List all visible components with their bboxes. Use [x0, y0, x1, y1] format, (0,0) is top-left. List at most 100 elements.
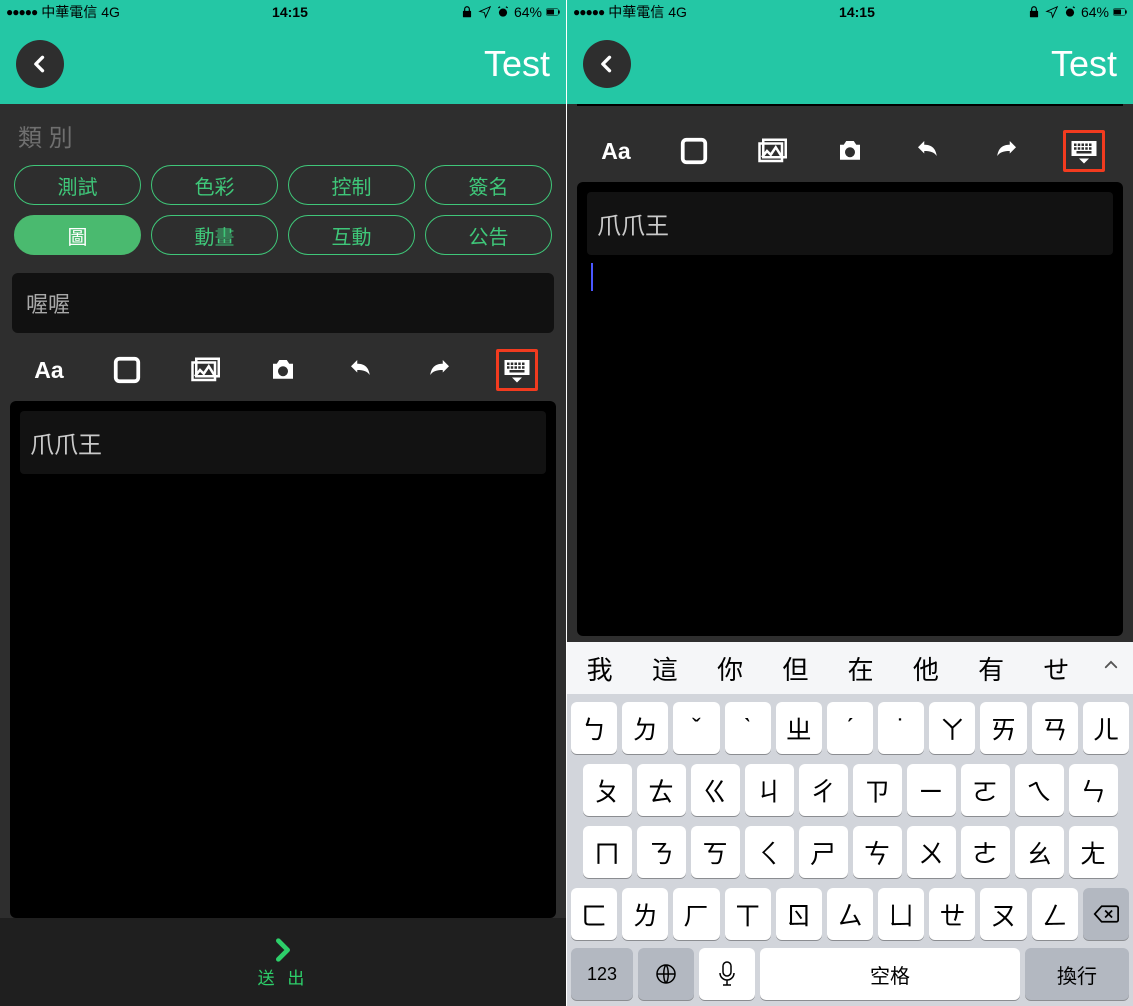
suggestion[interactable]: 在 — [828, 650, 893, 687]
redo-button[interactable] — [418, 349, 460, 391]
numeric-key[interactable]: 123 — [571, 948, 633, 1000]
title-input[interactable]: 喔喔 — [12, 273, 554, 333]
undo-button[interactable] — [340, 349, 382, 391]
key[interactable]: ㄠ — [1015, 826, 1064, 878]
key[interactable]: ㄑ — [745, 826, 794, 878]
submit-button[interactable]: 送 出 — [0, 918, 566, 1006]
mic-icon — [717, 961, 737, 987]
keyboard-row: ㄈ ㄌ ㄏ ㄒ ㄖ ㄙ ㄩ ㄝ ㄡ ㄥ — [571, 888, 1129, 940]
key[interactable]: ㄜ — [961, 826, 1010, 878]
back-button[interactable] — [16, 40, 64, 88]
suggestion[interactable]: せ — [1024, 650, 1089, 687]
key[interactable]: ㄙ — [827, 888, 873, 940]
key[interactable]: ㄘ — [853, 826, 902, 878]
key[interactable]: ㄓ — [776, 702, 822, 754]
key[interactable]: ㄆ — [583, 764, 632, 816]
key[interactable]: ㄦ — [1083, 702, 1129, 754]
category-chip[interactable]: 動畫 — [151, 215, 278, 255]
editor-area[interactable]: 爪爪王 — [10, 401, 556, 918]
key[interactable]: ㄧ — [907, 764, 956, 816]
status-bar: ●●●●● 中華電信 4G 14:15 64% — [567, 0, 1133, 24]
return-key[interactable]: 換行 — [1025, 948, 1129, 1000]
category-chip[interactable]: 公告 — [425, 215, 552, 255]
key[interactable]: ˇ — [673, 702, 719, 754]
chevron-up-icon — [1102, 656, 1120, 674]
suggestion-bar: 我 這 你 但 在 他 有 せ — [567, 642, 1133, 694]
key[interactable]: ㄩ — [878, 888, 924, 940]
key[interactable]: ˙ — [878, 702, 924, 754]
key[interactable]: ㄌ — [622, 888, 668, 940]
camera-button[interactable] — [829, 130, 871, 172]
key[interactable]: ㄢ — [1032, 702, 1078, 754]
suggestion[interactable]: 這 — [632, 650, 697, 687]
location-icon — [1045, 5, 1059, 19]
redo-button[interactable] — [985, 130, 1027, 172]
key[interactable]: ㄅ — [571, 702, 617, 754]
expand-suggestions-button[interactable] — [1089, 656, 1133, 680]
key[interactable]: ㄝ — [929, 888, 975, 940]
editor-title: 爪爪王 — [587, 192, 1113, 255]
gallery-button[interactable] — [751, 130, 793, 172]
mic-key[interactable] — [699, 948, 755, 1000]
suggestion[interactable]: 但 — [763, 650, 828, 687]
key[interactable]: ㄛ — [961, 764, 1010, 816]
category-chip[interactable]: 控制 — [288, 165, 415, 205]
key[interactable]: ㄎ — [691, 826, 740, 878]
key[interactable]: ㄏ — [673, 888, 719, 940]
key[interactable]: ㄇ — [583, 826, 632, 878]
key[interactable]: ㄥ — [1032, 888, 1078, 940]
category-chip[interactable]: 互動 — [288, 215, 415, 255]
shape-button[interactable] — [673, 130, 715, 172]
text-style-button[interactable]: Aa — [595, 130, 637, 172]
editor-title: 爪爪王 — [20, 411, 546, 474]
key[interactable]: ㄍ — [691, 764, 740, 816]
key[interactable]: ㄐ — [745, 764, 794, 816]
key[interactable]: ㄚ — [929, 702, 975, 754]
clock-label: 14:15 — [272, 4, 308, 20]
space-key[interactable]: 空格 — [760, 948, 1020, 1000]
camera-button[interactable] — [262, 349, 304, 391]
key[interactable]: ㄔ — [799, 764, 848, 816]
key[interactable]: ㄡ — [980, 888, 1026, 940]
nav-header: Test — [567, 24, 1133, 104]
key[interactable]: ㄤ — [1069, 826, 1118, 878]
suggestion[interactable]: 有 — [959, 650, 1024, 687]
gallery-button[interactable] — [184, 349, 226, 391]
text-style-button[interactable]: Aa — [28, 349, 70, 391]
category-chip[interactable]: 色彩 — [151, 165, 278, 205]
suggestion[interactable]: 你 — [698, 650, 763, 687]
key[interactable]: ㄨ — [907, 826, 956, 878]
key[interactable]: ㄖ — [776, 888, 822, 940]
signal-dots-icon: ●●●●● — [573, 5, 604, 19]
key[interactable]: ㄣ — [1069, 764, 1118, 816]
undo-button[interactable] — [907, 130, 949, 172]
globe-icon — [654, 962, 678, 986]
editor-area[interactable]: 爪爪王 — [577, 182, 1123, 636]
key[interactable]: ㄊ — [637, 764, 686, 816]
key[interactable]: ㄋ — [637, 826, 686, 878]
key[interactable]: ㄗ — [853, 764, 902, 816]
shape-button[interactable] — [106, 349, 148, 391]
category-chip[interactable]: 測試 — [14, 165, 141, 205]
key[interactable]: ㄈ — [571, 888, 617, 940]
keyboard-toggle-button[interactable] — [1063, 130, 1105, 172]
keyboard-toggle-button[interactable] — [496, 349, 538, 391]
key[interactable]: ㄟ — [1015, 764, 1064, 816]
globe-key[interactable] — [638, 948, 694, 1000]
key[interactable]: ˋ — [725, 702, 771, 754]
signal-dots-icon: ●●●●● — [6, 5, 37, 19]
suggestion[interactable]: 他 — [893, 650, 958, 687]
alarm-icon — [496, 5, 510, 19]
key[interactable]: ˊ — [827, 702, 873, 754]
backspace-icon — [1093, 904, 1119, 924]
category-chip-active[interactable]: 圖 — [14, 215, 141, 255]
back-button[interactable] — [583, 40, 631, 88]
key[interactable]: ㄉ — [622, 702, 668, 754]
suggestion[interactable]: 我 — [567, 650, 632, 687]
key[interactable]: ㄒ — [725, 888, 771, 940]
key[interactable]: ㄕ — [799, 826, 848, 878]
backspace-key[interactable] — [1083, 888, 1129, 940]
key[interactable]: ㄞ — [980, 702, 1026, 754]
status-bar: ●●●●● 中華電信 4G 14:15 64% — [0, 0, 566, 24]
category-chip[interactable]: 簽名 — [425, 165, 552, 205]
